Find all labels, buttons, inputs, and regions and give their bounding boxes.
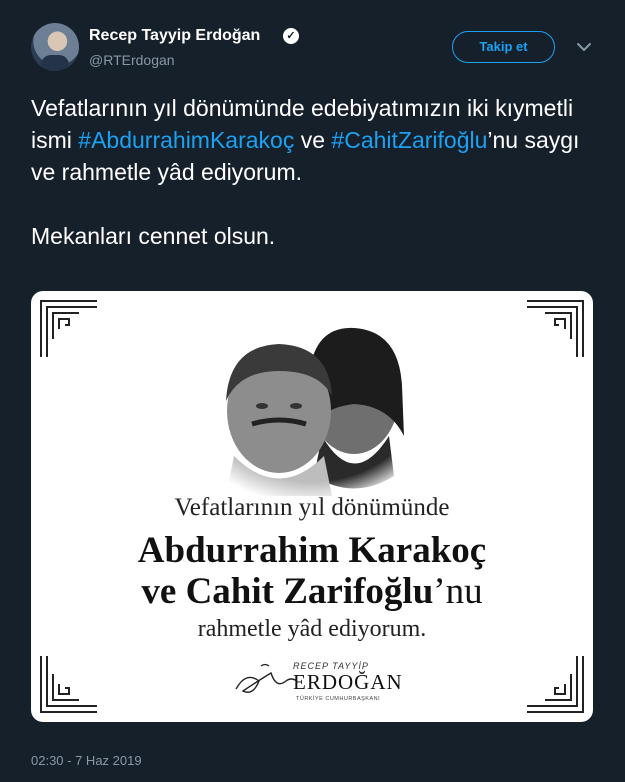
tweet-paragraph-2: Mekanları cennet olsun. — [31, 223, 276, 249]
image-caption-suffix: ’nu — [433, 571, 483, 612]
ornament-corner-icon — [40, 656, 97, 713]
tweet-text: Vefatlarının yıl dönümünde edebiyatımızı… — [31, 92, 601, 252]
portrait-photos — [204, 316, 419, 496]
image-caption-line-1: Vefatlarının yıl dönümünde — [174, 494, 450, 521]
tweet-header: Recep Tayyip Erdoğan ✓ @RTErdogan Takip … — [0, 0, 625, 90]
avatar[interactable] — [31, 23, 79, 71]
ornament-corner-icon — [40, 300, 97, 357]
tweet-paragraph-1: Vefatlarının yıl dönümünde edebiyatımızı… — [31, 92, 601, 188]
ornament-corner-icon — [527, 656, 584, 713]
image-caption-line-4: rahmetle yâd ediyorum. — [197, 616, 427, 642]
ornament-corner-icon — [527, 300, 584, 357]
chevron-down-icon[interactable] — [575, 38, 593, 56]
logo-subtitle: TÜRKİYE CUMHURBAŞKANI — [296, 696, 381, 702]
tweet-text-segment: ve — [294, 127, 332, 153]
signature-icon — [235, 663, 298, 693]
hashtag-link[interactable]: #CahitZarifoğlu — [331, 127, 487, 153]
avatar-suit — [41, 55, 69, 71]
hashtag-link[interactable]: #AbdurrahimKarakoç — [78, 127, 294, 153]
logo-name-large: ERDOĞAN — [293, 670, 403, 694]
image-caption-names: ve Cahit Zarifoğlu — [141, 571, 434, 612]
follow-button[interactable]: Takip et — [452, 31, 555, 63]
verified-badge-icon: ✓ — [283, 28, 299, 44]
image-caption-line-3: ve Cahit Zarifoğlu’nu — [31, 570, 593, 613]
tweet-timestamp[interactable]: 02:30 - 7 Haz 2019 — [31, 753, 142, 768]
author-handle[interactable]: @RTErdogan — [89, 52, 175, 68]
author-name[interactable]: Recep Tayyip Erdoğan — [89, 27, 260, 45]
tweet-media-image[interactable]: Vefatlarının yıl dönümünde Abdurrahim Ka… — [31, 291, 593, 722]
image-caption-line-2: Abdurrahim Karakoç — [137, 530, 487, 571]
